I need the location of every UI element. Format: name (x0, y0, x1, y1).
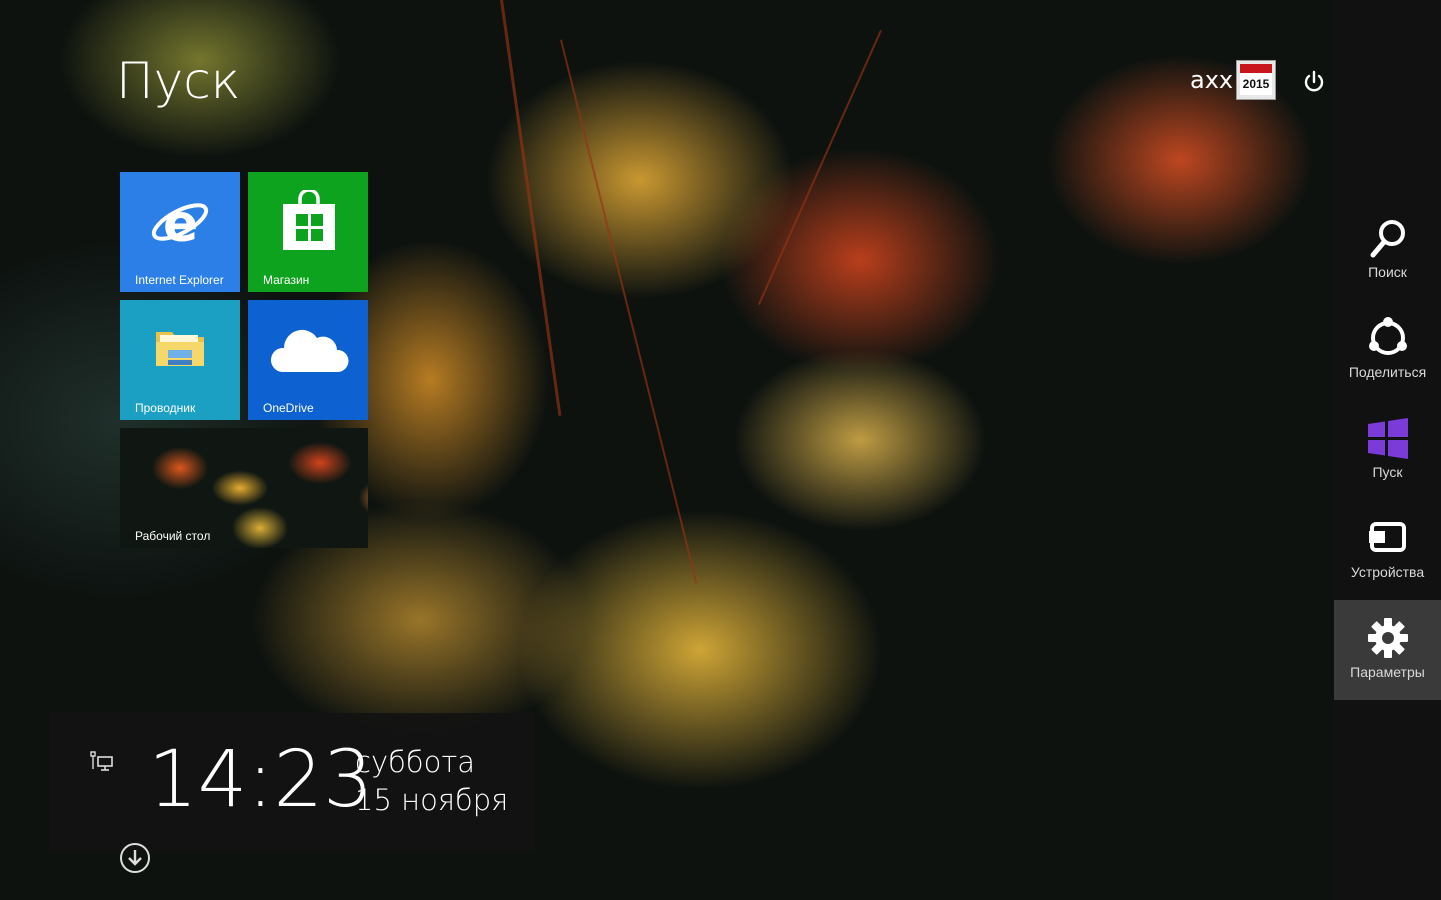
cloud-icon (270, 329, 349, 372)
power-button[interactable] (1300, 68, 1328, 96)
charm-label: Параметры (1350, 664, 1425, 680)
search-icon (1370, 220, 1405, 258)
start-screen: Пуск axx 2015 e Internet Explorer Магази… (0, 0, 1441, 900)
charm-label: Пуск (1372, 464, 1403, 480)
charms-bar: Поиск Поделиться Пуск Устройства Парамет… (1334, 0, 1441, 900)
tile-label: OneDrive (263, 401, 314, 415)
tile-store[interactable]: Магазин (248, 172, 368, 292)
tile-label: Internet Explorer (135, 273, 224, 287)
clock-day: суббота (355, 745, 476, 779)
wallpaper-stem (500, 0, 562, 416)
wallpaper-stem (757, 30, 882, 305)
all-apps-button[interactable] (119, 842, 151, 874)
network-icon (90, 751, 113, 771)
share-icon (1369, 317, 1407, 355)
wallpaper-stem (560, 39, 698, 584)
charm-search[interactable]: Поиск (1334, 200, 1441, 300)
tile-desktop[interactable]: Рабочий стол (120, 428, 368, 548)
charm-settings[interactable]: Параметры (1334, 600, 1441, 700)
svg-text:e: e (163, 194, 198, 252)
tile-file-explorer[interactable]: Проводник (120, 300, 240, 420)
charm-label: Поделиться (1348, 364, 1427, 380)
charm-devices[interactable]: Устройства (1334, 500, 1441, 600)
clock-date: 15 ноября (355, 783, 509, 817)
avatar[interactable]: 2015 (1236, 60, 1276, 100)
settings-gear-icon (1368, 618, 1408, 658)
clock-time: 14:23 (148, 735, 373, 825)
tile-label: Магазин (263, 273, 310, 287)
charm-start[interactable]: Пуск (1334, 400, 1441, 500)
windows-logo-icon (1368, 418, 1408, 459)
folder-icon (156, 332, 204, 366)
tile-internet-explorer[interactable]: e Internet Explorer (120, 172, 240, 292)
tile-onedrive[interactable]: OneDrive (248, 300, 368, 420)
devices-icon (1369, 522, 1406, 552)
charm-label: Поиск (1368, 264, 1407, 280)
arrow-down-circle-icon (120, 843, 150, 873)
internet-explorer-icon: e (151, 194, 209, 252)
power-icon (1304, 70, 1324, 92)
tile-label: Рабочий стол (135, 529, 211, 543)
avatar-calendar-header (1240, 64, 1272, 73)
user-name[interactable]: axx (1190, 66, 1233, 94)
clock-panel: 14:23 суббота 15 ноября (50, 713, 534, 851)
store-bag-icon (283, 190, 335, 250)
avatar-text: 2015 (1240, 73, 1272, 95)
page-title: Пуск (116, 52, 241, 110)
charm-label: Устройства (1350, 564, 1425, 580)
tile-label: Проводник (135, 401, 196, 415)
charm-share[interactable]: Поделиться (1334, 300, 1441, 400)
